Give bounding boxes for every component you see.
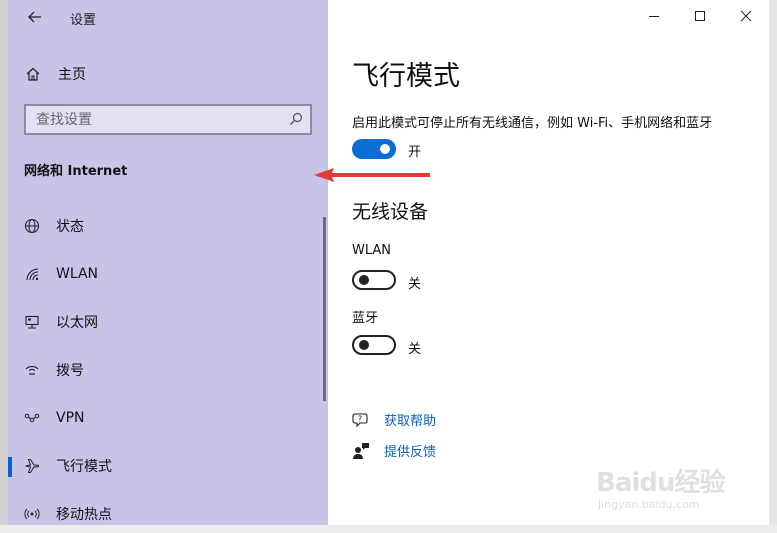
give-feedback-link[interactable]: 提供反馈 — [352, 441, 436, 460]
watermark-brand: Baidu经验 — [596, 468, 725, 498]
wlan-state: 关 — [408, 277, 422, 292]
svg-text:?: ? — [358, 414, 362, 423]
home-icon — [26, 67, 40, 81]
sidebar-item-ethernet[interactable]: 以太网 — [8, 302, 326, 342]
search-box[interactable] — [24, 104, 312, 135]
minimize-button[interactable] — [634, 4, 674, 28]
toggle-knob — [359, 340, 369, 350]
sidebar-item-hotspot[interactable]: 移动热点 — [8, 494, 326, 525]
help-chat-icon: ? — [352, 412, 368, 427]
annotation-arrow-icon — [314, 168, 430, 182]
sidebar-item-dialup[interactable]: 拨号 — [8, 350, 326, 390]
sidebar-item-label: 移动热点 — [56, 507, 112, 523]
back-arrow-icon — [28, 11, 41, 23]
sidebar-item-label: 状态 — [56, 219, 84, 235]
window-left-border — [0, 0, 8, 533]
active-indicator — [8, 457, 12, 477]
dialup-icon — [23, 361, 41, 379]
wlan-toggle[interactable] — [352, 270, 396, 290]
close-icon — [740, 10, 752, 22]
airplane-icon — [23, 457, 41, 475]
sidebar-item-label: 拨号 — [56, 363, 84, 379]
wlan-label: WLAN — [352, 243, 392, 258]
maximize-button[interactable] — [680, 4, 720, 28]
page-title: 飞行模式 — [352, 61, 460, 92]
bluetooth-toggle[interactable] — [352, 335, 396, 355]
airplane-mode-toggle[interactable] — [352, 139, 396, 159]
back-button[interactable] — [24, 6, 46, 28]
vpn-icon — [23, 409, 41, 427]
close-button[interactable] — [726, 4, 766, 28]
sidebar-item-label: VPN — [56, 410, 85, 426]
wifi-icon — [23, 265, 41, 283]
window-right-border — [769, 0, 777, 533]
window-bottom-border — [0, 525, 777, 533]
search-input[interactable] — [26, 106, 276, 133]
sidebar-item-airplane-mode[interactable]: 飞行模式 — [8, 446, 326, 486]
toggle-knob — [380, 144, 390, 154]
window-title: 设置 — [70, 13, 97, 28]
sidebar-item-status[interactable]: 状态 — [8, 206, 326, 246]
feedback-person-icon — [353, 442, 369, 459]
baidu-watermark: Baidu经验 jingyan.baidu.com — [592, 446, 742, 516]
help-link-label[interactable]: 获取帮助 — [384, 410, 436, 429]
maximize-icon — [695, 11, 705, 21]
feedback-link-label[interactable]: 提供反馈 — [384, 441, 436, 460]
sidebar-item-label: 以太网 — [56, 315, 98, 331]
sidebar-scrollbar[interactable] — [323, 217, 326, 401]
airplane-mode-description: 启用此模式可停止所有无线通信，例如 Wi-Fi、手机网络和蓝牙 — [352, 116, 713, 131]
get-help-link[interactable]: ? 获取帮助 — [352, 410, 436, 429]
bluetooth-state: 关 — [408, 342, 422, 357]
section-title: 网络和 Internet — [24, 164, 128, 179]
search-icon[interactable] — [288, 111, 304, 131]
settings-window: 设置 主页 网络和 Internet — [0, 0, 777, 533]
minimize-icon — [649, 16, 659, 17]
airplane-mode-state: 开 — [408, 145, 422, 160]
sidebar-item-label: 飞行模式 — [56, 459, 112, 475]
globe-icon — [23, 217, 41, 235]
sidebar-item-home[interactable]: 主页 — [26, 64, 86, 84]
sidebar-item-wlan[interactable]: WLAN — [8, 254, 326, 294]
home-label: 主页 — [58, 67, 86, 83]
hotspot-icon — [23, 505, 41, 523]
bluetooth-label: 蓝牙 — [352, 311, 379, 326]
sidebar-item-label: WLAN — [56, 266, 99, 282]
toggle-knob — [359, 275, 369, 285]
wireless-devices-heading: 无线设备 — [352, 201, 429, 223]
sidebar-item-vpn[interactable]: VPN — [8, 398, 326, 438]
sidebar: 设置 主页 网络和 Internet — [8, 0, 328, 525]
watermark-url: jingyan.baidu.com — [598, 498, 700, 511]
ethernet-icon — [23, 313, 41, 331]
